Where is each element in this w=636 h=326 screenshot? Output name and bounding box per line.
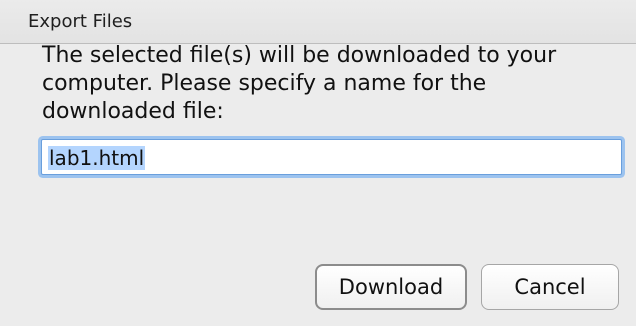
filename-input[interactable] (41, 139, 622, 175)
export-files-dialog: Export Files The selected file(s) will b… (0, 0, 636, 326)
cancel-button[interactable]: Cancel (481, 264, 619, 310)
download-button[interactable]: Download (315, 264, 467, 310)
dialog-title-bar: Export Files (0, 0, 636, 44)
dialog-message-line: downloaded file: (42, 99, 224, 124)
dialog-message: The selected file(s) will be downloaded … (42, 42, 612, 126)
dialog-title: Export Files (28, 11, 133, 32)
dialog-message-line: computer. Please specify a name for the (42, 71, 487, 96)
dialog-message-line: The selected file(s) will be downloaded … (42, 43, 557, 68)
